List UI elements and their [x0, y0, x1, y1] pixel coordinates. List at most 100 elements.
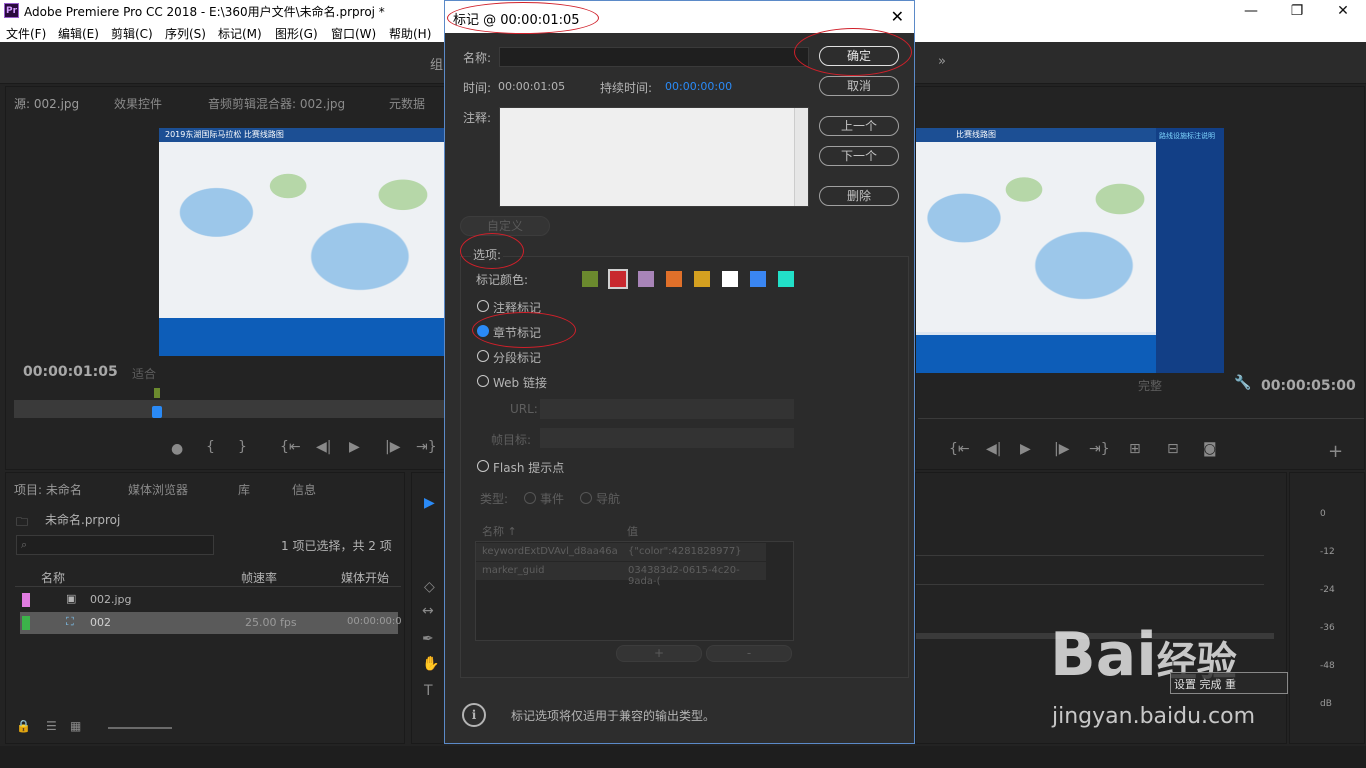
status-bar: [0, 746, 1366, 768]
mark-in-icon[interactable]: {: [206, 439, 215, 455]
video-track[interactable]: [916, 555, 1264, 585]
play-icon[interactable]: ▶: [349, 439, 360, 455]
type-tool-icon[interactable]: T: [424, 683, 433, 699]
radio-event[interactable]: [524, 492, 536, 504]
mark-out-icon[interactable]: }: [238, 439, 247, 455]
column-media-start[interactable]: 媒体开始: [341, 569, 389, 586]
radio-navigation[interactable]: [580, 492, 592, 504]
radio-segmentation-marker[interactable]: [477, 350, 489, 362]
zoom-slider[interactable]: [108, 727, 172, 729]
icon-view-icon[interactable]: ▦: [70, 719, 81, 733]
table-row[interactable]: keywordExtDVAvl_d8aa46a {"color":4281828…: [476, 543, 766, 561]
cue-column-value[interactable]: 值: [627, 523, 638, 539]
tab-library[interactable]: 库: [238, 481, 250, 498]
source-timecode[interactable]: 00:00:01:05: [23, 364, 118, 380]
close-button[interactable]: ✕: [1320, 0, 1366, 22]
delete-button[interactable]: 删除: [819, 186, 899, 206]
play-icon[interactable]: ▶: [1020, 441, 1031, 457]
menu-clip[interactable]: 剪辑(C): [111, 25, 153, 42]
add-marker-icon[interactable]: ●: [171, 441, 183, 457]
duration-value[interactable]: 00:00:00:00: [665, 80, 732, 93]
menu-graphics[interactable]: 图形(G): [275, 25, 318, 42]
tab-project[interactable]: 项目: 未命名: [14, 481, 82, 498]
menu-help[interactable]: 帮助(H): [389, 25, 431, 42]
comment-textarea[interactable]: [499, 107, 809, 207]
list-view-icon[interactable]: ☰: [46, 719, 57, 733]
cue-column-name[interactable]: 名称 ↑: [482, 523, 517, 539]
search-icon: ⌕: [21, 538, 28, 551]
color-swatch-teal[interactable]: [778, 271, 794, 287]
tab-info[interactable]: 信息: [292, 481, 316, 498]
source-timeline-ruler[interactable]: [14, 400, 446, 418]
name-field[interactable]: [499, 47, 809, 67]
add-button-icon[interactable]: +: [1328, 441, 1343, 462]
hand-tool-icon[interactable]: ✋: [422, 656, 439, 672]
column-frame-rate[interactable]: 帧速率: [241, 569, 277, 586]
tab-source[interactable]: 源: 002.jpg: [14, 95, 79, 112]
add-cue-button[interactable]: +: [616, 645, 702, 662]
lock-icon[interactable]: 🔒: [16, 719, 31, 733]
color-swatch-purple[interactable]: [638, 271, 654, 287]
workspace-tab[interactable]: 组: [430, 54, 443, 73]
color-swatch-orange[interactable]: [666, 271, 682, 287]
tab-effect-controls[interactable]: 效果控件: [114, 95, 162, 112]
radio-flash-cue-point[interactable]: [477, 460, 489, 472]
program-timecode[interactable]: 00:00:05:00: [1261, 378, 1356, 394]
go-to-in-icon[interactable]: {⇤: [949, 441, 970, 457]
custom-button[interactable]: 自定义: [460, 216, 550, 236]
step-back-icon[interactable]: ◀|: [986, 441, 1001, 457]
step-forward-icon[interactable]: |▶: [385, 439, 400, 455]
go-to-out-icon[interactable]: ⇥}: [416, 439, 437, 455]
radio-web-link[interactable]: [477, 375, 489, 387]
program-timeline-ruler[interactable]: [918, 405, 1364, 419]
lift-icon[interactable]: ⊞: [1129, 441, 1141, 457]
radio-comment-marker[interactable]: [477, 300, 489, 312]
menu-edit[interactable]: 编辑(E): [58, 25, 99, 42]
table-row[interactable]: marker_guid 034383d2-0615-4c20-9ada-(: [476, 562, 766, 587]
menu-sequence[interactable]: 序列(S): [165, 25, 206, 42]
column-name[interactable]: 名称: [41, 569, 65, 586]
menu-marker[interactable]: 标记(M): [218, 25, 262, 42]
maximize-button[interactable]: ❐: [1274, 0, 1320, 22]
url-field[interactable]: [540, 399, 794, 419]
cancel-button[interactable]: 取消: [819, 76, 899, 96]
fit-dropdown[interactable]: 适合: [132, 365, 156, 382]
next-button[interactable]: 下一个: [819, 146, 899, 166]
menu-window[interactable]: 窗口(W): [331, 25, 376, 42]
cue-value-cell: {"color":4281828977}: [628, 546, 742, 557]
go-to-in-icon[interactable]: {⇤: [280, 439, 301, 455]
razor-tool-icon[interactable]: ◇: [424, 579, 435, 595]
pen-tool-icon[interactable]: ✒: [422, 631, 434, 647]
camera-icon[interactable]: ◙: [1203, 441, 1217, 457]
menu-file[interactable]: 文件(F): [6, 25, 46, 42]
comment-scrollbar[interactable]: [794, 108, 808, 206]
step-forward-icon[interactable]: |▶: [1054, 441, 1069, 457]
dialog-close-icon[interactable]: ✕: [891, 7, 904, 26]
color-swatch-blue[interactable]: [750, 271, 766, 287]
quality-dropdown[interactable]: 完整: [1138, 377, 1162, 394]
extract-icon[interactable]: ⊟: [1167, 441, 1179, 457]
tab-media-browser[interactable]: 媒体浏览器: [128, 481, 188, 498]
step-back-icon[interactable]: ◀|: [316, 439, 331, 455]
go-to-out-icon[interactable]: ⇥}: [1089, 441, 1110, 457]
chapter-marker-icon[interactable]: [154, 388, 160, 398]
list-item[interactable]: ⛶ 002 25.00 fps 00:00:00:0: [20, 612, 402, 634]
color-swatch-red[interactable]: [608, 269, 628, 289]
slip-tool-icon[interactable]: ↔: [422, 603, 434, 619]
list-item[interactable]: ▣ 002.jpg: [20, 589, 398, 611]
previous-button[interactable]: 上一个: [819, 116, 899, 136]
minimize-button[interactable]: —: [1228, 0, 1274, 22]
remove-cue-button[interactable]: -: [706, 645, 792, 662]
selection-tool-icon[interactable]: ▶: [424, 495, 435, 511]
cue-value-cell: 034383d2-0615-4c20-9ada-(: [628, 565, 740, 587]
color-swatch-green[interactable]: [582, 271, 598, 287]
color-swatch-white[interactable]: [722, 271, 738, 287]
tab-metadata[interactable]: 元数据: [389, 95, 425, 112]
wrench-icon[interactable]: 🔧: [1234, 375, 1251, 391]
color-swatch-yellow[interactable]: [694, 271, 710, 287]
tab-audio-clip-mixer[interactable]: 音频剪辑混合器: 002.jpg: [208, 95, 345, 112]
project-search-input[interactable]: ⌕: [16, 535, 214, 555]
playhead-marker[interactable]: [152, 406, 162, 418]
workspace-more-icon[interactable]: »: [938, 54, 946, 69]
frame-target-field[interactable]: [540, 428, 794, 448]
